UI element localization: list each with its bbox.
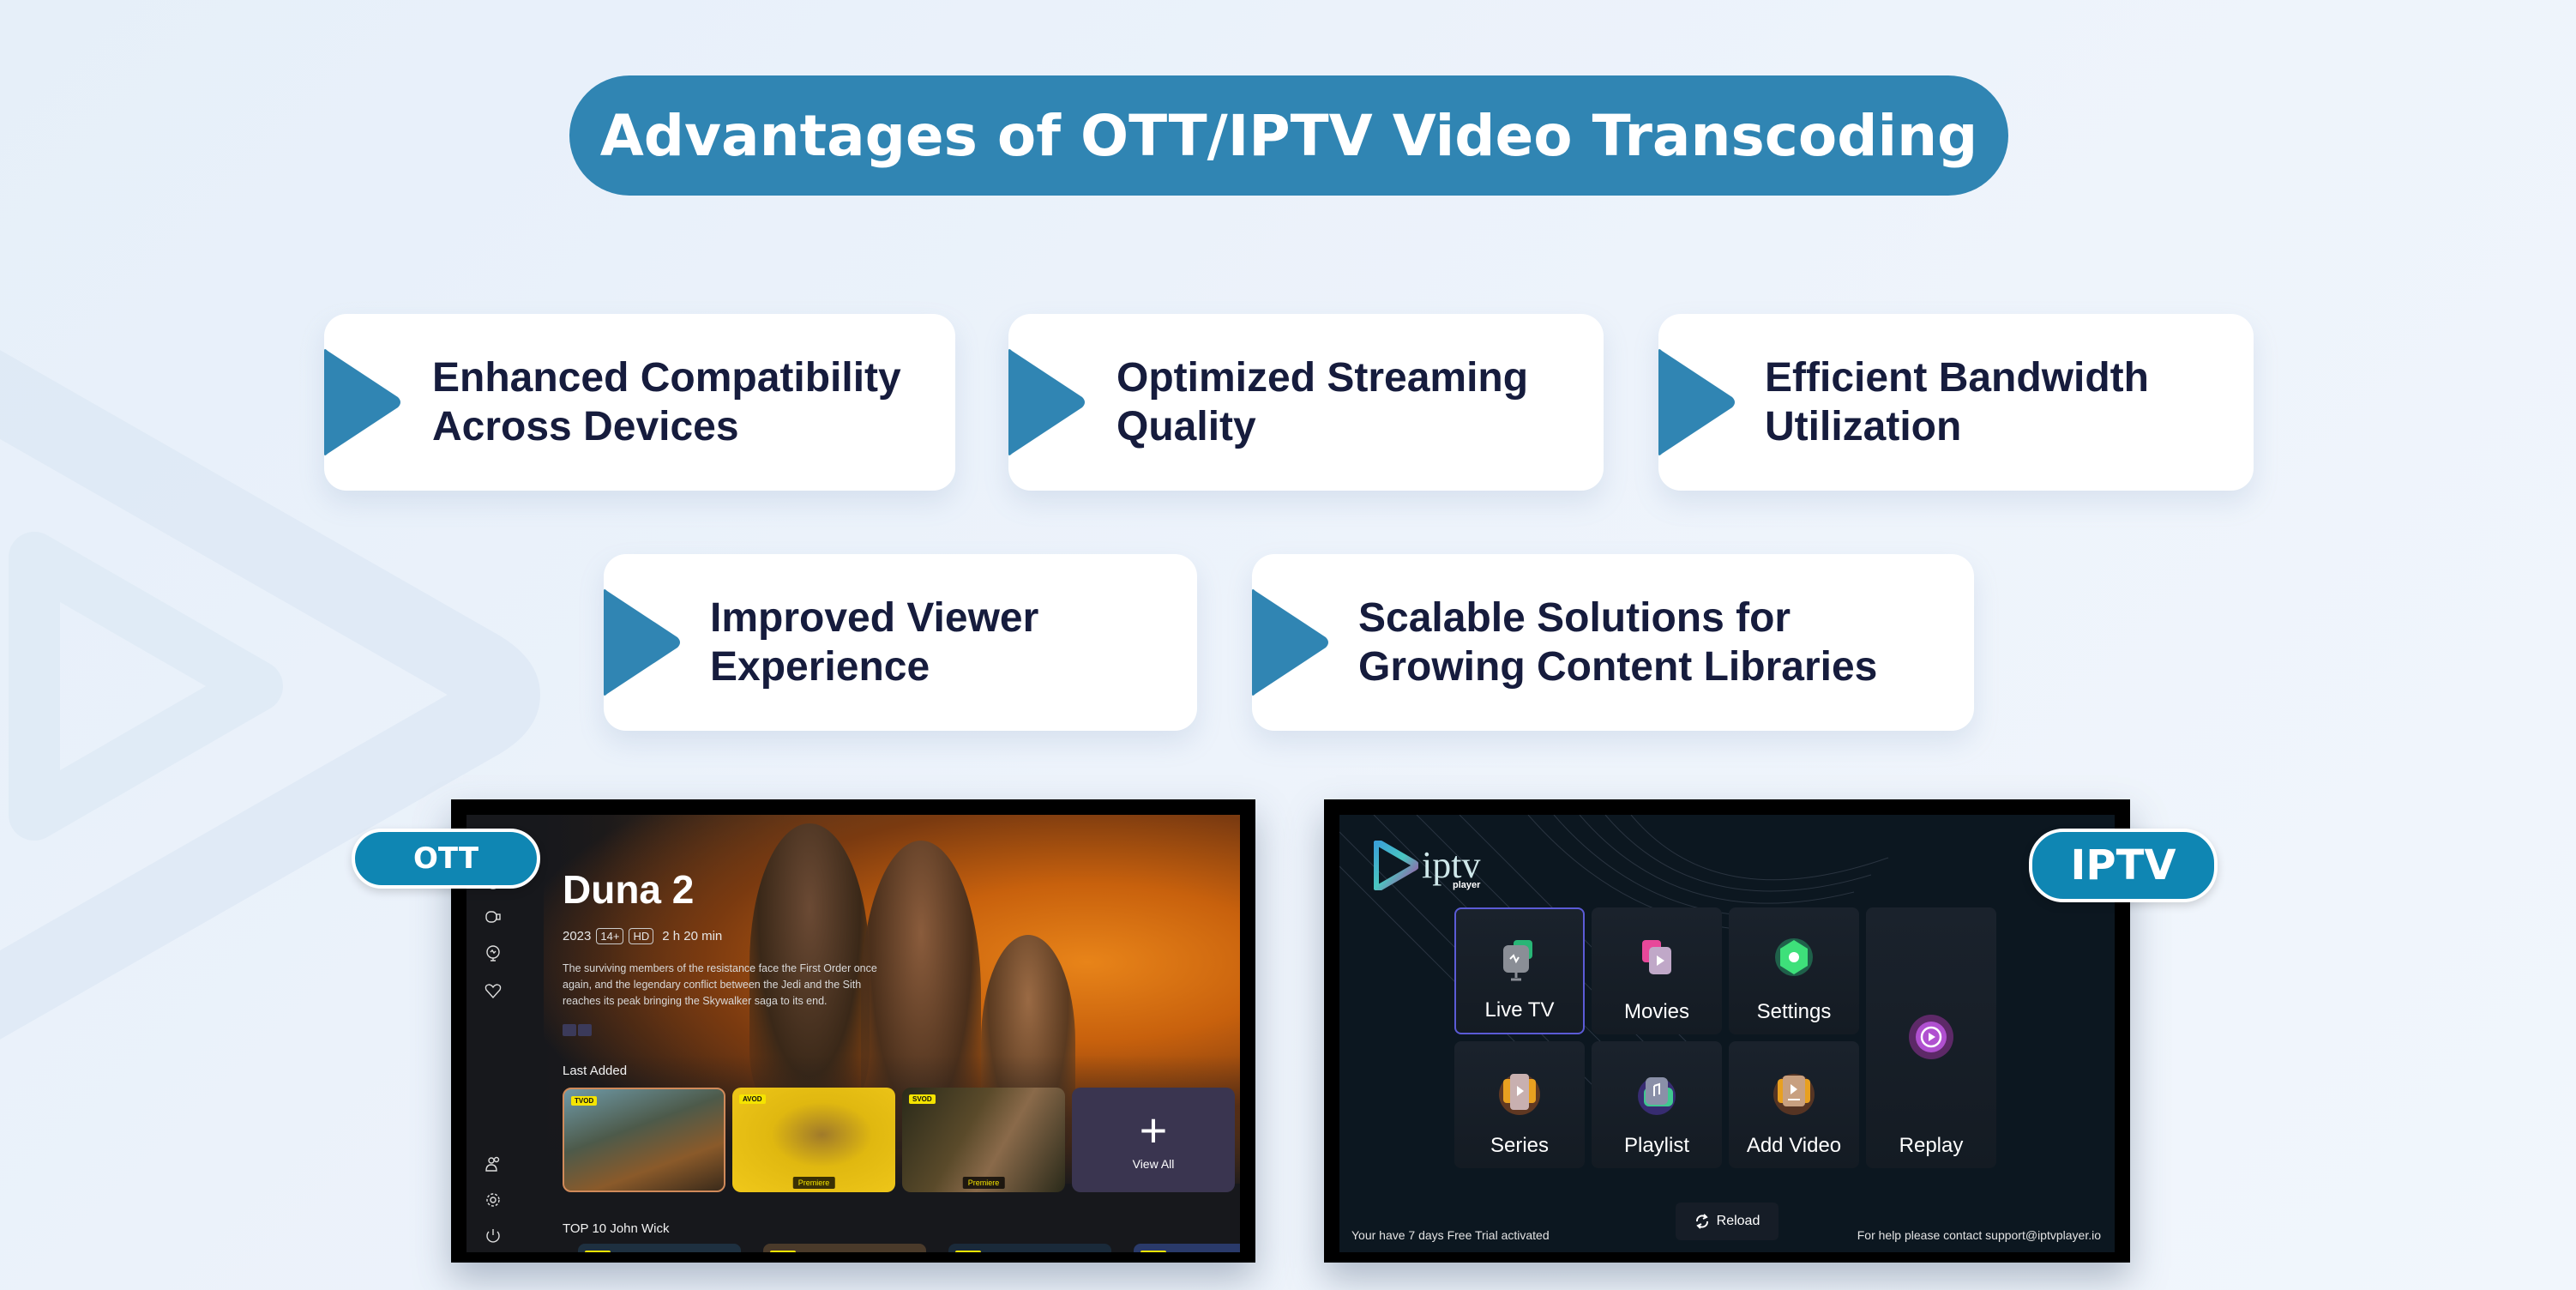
- playlist-icon: [1638, 1077, 1676, 1115]
- advantage-text: Optimized Streaming Quality: [1116, 355, 1529, 449]
- play-arrow-icon: [604, 589, 680, 696]
- advantage-text: Scalable Solutions for Growing Content Li…: [1358, 595, 1878, 690]
- watch-button[interactable]: [578, 1024, 592, 1036]
- replay-icon: [1909, 1015, 1953, 1059]
- tile-series[interactable]: Series: [1454, 1041, 1585, 1168]
- favorite-button[interactable]: [563, 1024, 576, 1036]
- premiere-badge: Premiere: [962, 1177, 1005, 1189]
- reload-button[interactable]: Reload: [1676, 1203, 1779, 1240]
- rating-badge: 14+: [596, 928, 624, 944]
- iptv-app: iptv player Live TV Movies Settings Repl…: [1339, 815, 2115, 1252]
- poster-card[interactable]: SVOD Premiere: [902, 1088, 1065, 1192]
- movie-description: The surviving members of the resistance …: [563, 962, 877, 1007]
- gear-icon[interactable]: [484, 1191, 503, 1209]
- play-arrow-icon: [1008, 349, 1085, 455]
- add-video-icon: [1773, 1074, 1815, 1115]
- advantage-text: Enhanced Compatibility Across Devices: [432, 355, 901, 449]
- live-tv-icon: [1503, 940, 1532, 981]
- help-text: For help please contact support@iptvplay…: [1857, 1228, 2101, 1242]
- movie-meta: 2023 14+ HD 2 h 20 min: [563, 928, 722, 944]
- advantage-card: Scalable Solutions for Growing Content Li…: [1252, 554, 1974, 731]
- advantage-card: Optimized Streaming Quality: [1008, 314, 1604, 491]
- ott-label: OTT: [352, 829, 540, 889]
- advantage-text: Improved Viewer Experience: [710, 595, 1039, 690]
- tile-movies[interactable]: Movies: [1592, 907, 1722, 1034]
- tile-live-tv[interactable]: Live TV: [1454, 907, 1585, 1034]
- poster-tag: SVOD: [909, 1094, 936, 1104]
- heart-icon[interactable]: [484, 981, 503, 1000]
- iptv-label: IPTV: [2029, 829, 2218, 902]
- movie-duration: 2 h 20 min: [662, 929, 723, 943]
- ott-app: Duna 2 2023 14+ HD 2 h 20 min The surviv…: [466, 815, 1240, 1252]
- top10-card[interactable]: TVOD: [1134, 1244, 1240, 1252]
- advantage-card: Efficient Bandwidth Utilization: [1658, 314, 2254, 491]
- settings-icon: [1775, 938, 1813, 976]
- monitor-icon[interactable]: [484, 943, 503, 962]
- poster-tag: AVOD: [739, 1094, 766, 1104]
- play-arrow-icon: [1252, 589, 1328, 696]
- logo-text: iptv: [1422, 844, 1481, 886]
- movies-icon: [1642, 940, 1671, 974]
- section-top10: TOP 10 John Wick: [563, 1221, 670, 1236]
- play-arrow-icon: [324, 349, 400, 455]
- advantage-card: Enhanced Compatibility Across Devices: [324, 314, 955, 491]
- camera-icon[interactable]: [484, 907, 503, 926]
- page-title: Advantages of OTT/IPTV Video Transcoding: [569, 75, 2008, 196]
- logo-play-icon: [1374, 841, 1418, 890]
- poster-tag: TVOD: [571, 1096, 598, 1106]
- view-all-button[interactable]: + View All: [1072, 1088, 1235, 1192]
- movie-year: 2023: [563, 929, 592, 943]
- tile-replay[interactable]: Replay: [1866, 907, 1996, 1168]
- poster-card[interactable]: TVOD: [563, 1088, 725, 1192]
- trial-text: Your have 7 days Free Trial activated: [1351, 1228, 1550, 1242]
- top10-card[interactable]: TVOD: [578, 1244, 741, 1252]
- premiere-badge: Premiere: [792, 1177, 835, 1189]
- top10-card[interactable]: TVOD: [948, 1244, 1111, 1252]
- logo-subtext: player: [1453, 880, 1481, 890]
- quality-badge: HD: [629, 928, 654, 944]
- poster-card[interactable]: AVOD Premiere: [732, 1088, 895, 1192]
- iptv-logo: iptv player: [1374, 841, 1480, 890]
- series-icon: [1499, 1074, 1540, 1115]
- reload-icon: [1695, 1214, 1708, 1229]
- ott-screen: Duna 2 2023 14+ HD 2 h 20 min The surviv…: [451, 799, 1255, 1263]
- play-arrow-icon: [1658, 349, 1735, 455]
- top10-card[interactable]: TVOD: [763, 1244, 926, 1252]
- advantage-text: Efficient Bandwidth Utilization: [1765, 355, 2149, 449]
- users-icon[interactable]: [484, 1154, 503, 1173]
- plus-icon: +: [1139, 1103, 1168, 1157]
- tile-add-video[interactable]: Add Video: [1729, 1041, 1859, 1168]
- power-icon[interactable]: [484, 1227, 503, 1245]
- section-last-added: Last Added: [563, 1064, 628, 1078]
- advantage-card: Improved Viewer Experience: [604, 554, 1197, 731]
- tile-playlist[interactable]: Playlist: [1592, 1041, 1722, 1168]
- iptv-screen: iptv player Live TV Movies Settings Repl…: [1324, 799, 2130, 1263]
- movie-title: Duna 2: [563, 867, 695, 912]
- tile-settings[interactable]: Settings: [1729, 907, 1859, 1034]
